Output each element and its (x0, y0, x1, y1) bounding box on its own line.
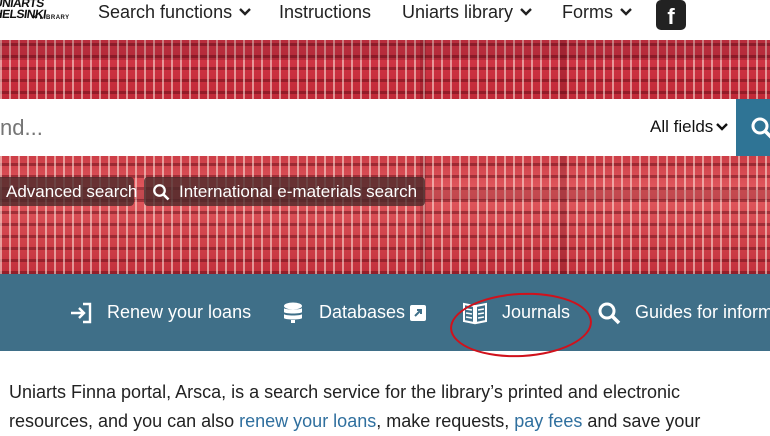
uniarts-logo[interactable]: UNIARTS HELSINKI ✕ LIBRARY (0, 0, 74, 30)
international-e-materials-search-link[interactable]: International e-materials search (144, 177, 426, 206)
intro-paragraph: Uniarts Finna portal, Arsca, is a search… (9, 378, 759, 436)
search-icon (751, 117, 770, 139)
advanced-search-link[interactable]: Advanced search (0, 177, 138, 206)
nav-forms[interactable]: Forms (562, 2, 632, 23)
intro-text-2: , make requests, (376, 411, 515, 431)
chevron-down-icon (520, 7, 532, 16)
nav-search-functions[interactable]: Search functions (98, 2, 251, 23)
renew-loans-link[interactable]: Renew your loans (69, 274, 251, 351)
databases-link[interactable]: Databases (281, 274, 427, 351)
logo-line3: ✕ LIBRARY (32, 15, 70, 21)
nav-uniarts-library[interactable]: Uniarts library (402, 2, 532, 23)
facebook-icon[interactable]: f (656, 0, 686, 30)
search-input[interactable] (0, 99, 600, 156)
search-icon (598, 302, 621, 324)
nav-forms-label: Forms (562, 2, 613, 22)
nav-library-label: Uniarts library (402, 2, 514, 22)
quick-links-band: Renew your loans Databases Journals Guid… (0, 274, 770, 351)
search-icon (153, 183, 170, 200)
chevron-down-icon (620, 7, 632, 16)
chevron-down-icon (239, 7, 251, 16)
international-search-label: International e-materials search (179, 181, 418, 201)
external-link-icon (410, 304, 427, 321)
search-bar: All fields (0, 99, 736, 156)
guides-link[interactable]: Guides for inform (597, 274, 770, 351)
search-scope-value: All fields (650, 117, 714, 136)
hero-banner (0, 40, 770, 274)
search-button[interactable] (736, 99, 770, 156)
databases-label: Databases (319, 302, 406, 322)
login-icon (71, 302, 92, 323)
renew-loans-label: Renew your loans (107, 302, 252, 322)
pay-fees-link[interactable]: pay fees (514, 411, 582, 431)
chevron-down-icon (716, 123, 729, 131)
renew-loans-inline-link[interactable]: renew your loans (239, 411, 376, 431)
top-navigation: UNIARTS HELSINKI ✕ LIBRARY Search functi… (0, 0, 770, 40)
nav-instructions[interactable]: Instructions (279, 2, 371, 23)
advanced-search-label: Advanced search (6, 181, 138, 201)
intro-text-3: and save your (582, 411, 701, 431)
guides-label: Guides for inform (635, 302, 770, 322)
search-scope-select[interactable]: All fields (650, 117, 729, 137)
nav-search-functions-label: Search functions (98, 2, 233, 22)
database-icon (284, 302, 302, 323)
nav-instructions-label: Instructions (279, 2, 372, 22)
